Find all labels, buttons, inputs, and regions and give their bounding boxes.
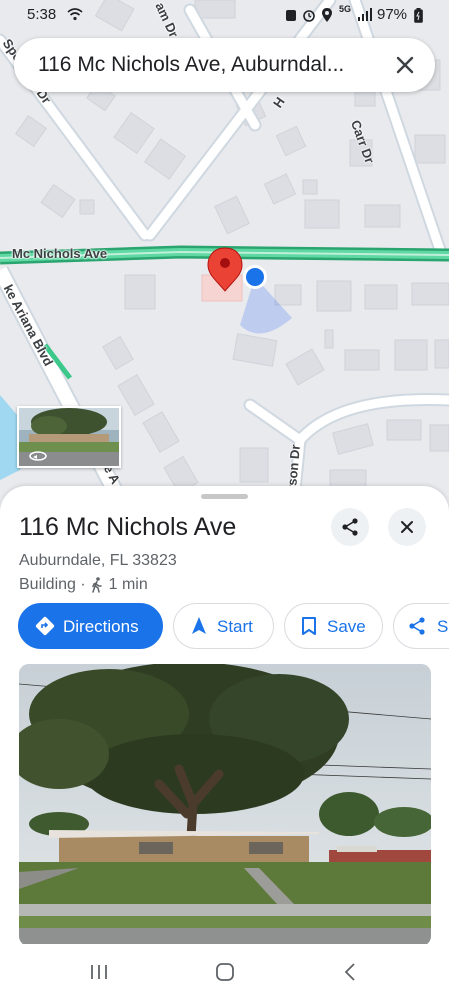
start-label: Start	[217, 617, 253, 636]
close-sheet-button[interactable]	[388, 508, 426, 546]
battery-icon	[414, 8, 423, 23]
share-icon	[409, 617, 425, 635]
directions-icon	[35, 616, 55, 636]
search-input[interactable]: 116 Mc Nichols Ave, Auburndal...	[38, 53, 378, 77]
drag-handle[interactable]	[201, 494, 248, 499]
share-button[interactable]	[331, 508, 369, 546]
save-button[interactable]: Save	[284, 603, 383, 649]
navigation-arrow-icon	[192, 617, 206, 634]
share-icon	[342, 518, 358, 536]
signal-icon	[358, 8, 372, 21]
bookmark-icon	[302, 617, 316, 635]
home-icon[interactable]	[215, 962, 235, 982]
back-icon[interactable]	[344, 962, 356, 982]
status-time: 5:38	[27, 6, 57, 23]
directions-button[interactable]: Directions	[18, 603, 163, 649]
road-label-mc-nichols: Mc Nichols Ave	[12, 246, 108, 261]
recent-apps-icon[interactable]	[90, 964, 108, 980]
location-dot	[246, 268, 264, 286]
location-status-icon	[322, 8, 332, 22]
notification-icon	[286, 10, 296, 21]
walk-icon	[92, 577, 102, 593]
place-photo[interactable]	[19, 664, 431, 946]
battery-percentage: 97%	[377, 6, 408, 23]
place-type: Building	[19, 576, 76, 593]
place-sheet[interactable]: 116 Mc Nichols Ave Auburndale, FL 33823 …	[0, 486, 449, 956]
status-bar: 5:38 5G 97%	[0, 0, 449, 30]
share-chip-button[interactable]: Sh	[393, 603, 449, 649]
close-icon[interactable]	[393, 53, 417, 77]
share-label: Sh	[437, 617, 449, 636]
alarm-icon	[303, 10, 315, 22]
rotate-360-icon	[29, 451, 47, 461]
place-meta: Building · 1 min	[19, 576, 148, 594]
street-view-thumbnail[interactable]	[17, 406, 121, 468]
search-bar[interactable]: 116 Mc Nichols Ave, Auburndal...	[14, 38, 435, 92]
system-nav-bar	[0, 944, 449, 1000]
network-type: 5G	[339, 4, 352, 14]
place-title: 116 Mc Nichols Ave	[19, 513, 237, 541]
meta-separator: ·	[80, 576, 91, 593]
street-photo	[19, 664, 431, 946]
wifi-icon	[67, 8, 83, 21]
start-button[interactable]: Start	[173, 603, 274, 649]
map-view[interactable]: Mc Nichols Ave ke Ariana Blvd Carr Dr Sp…	[0, 0, 449, 520]
directions-label: Directions	[63, 617, 139, 636]
save-label: Save	[327, 617, 366, 636]
walk-time: 1 min	[108, 576, 148, 593]
place-address: Auburndale, FL 33823	[19, 552, 177, 569]
close-icon	[401, 521, 413, 533]
